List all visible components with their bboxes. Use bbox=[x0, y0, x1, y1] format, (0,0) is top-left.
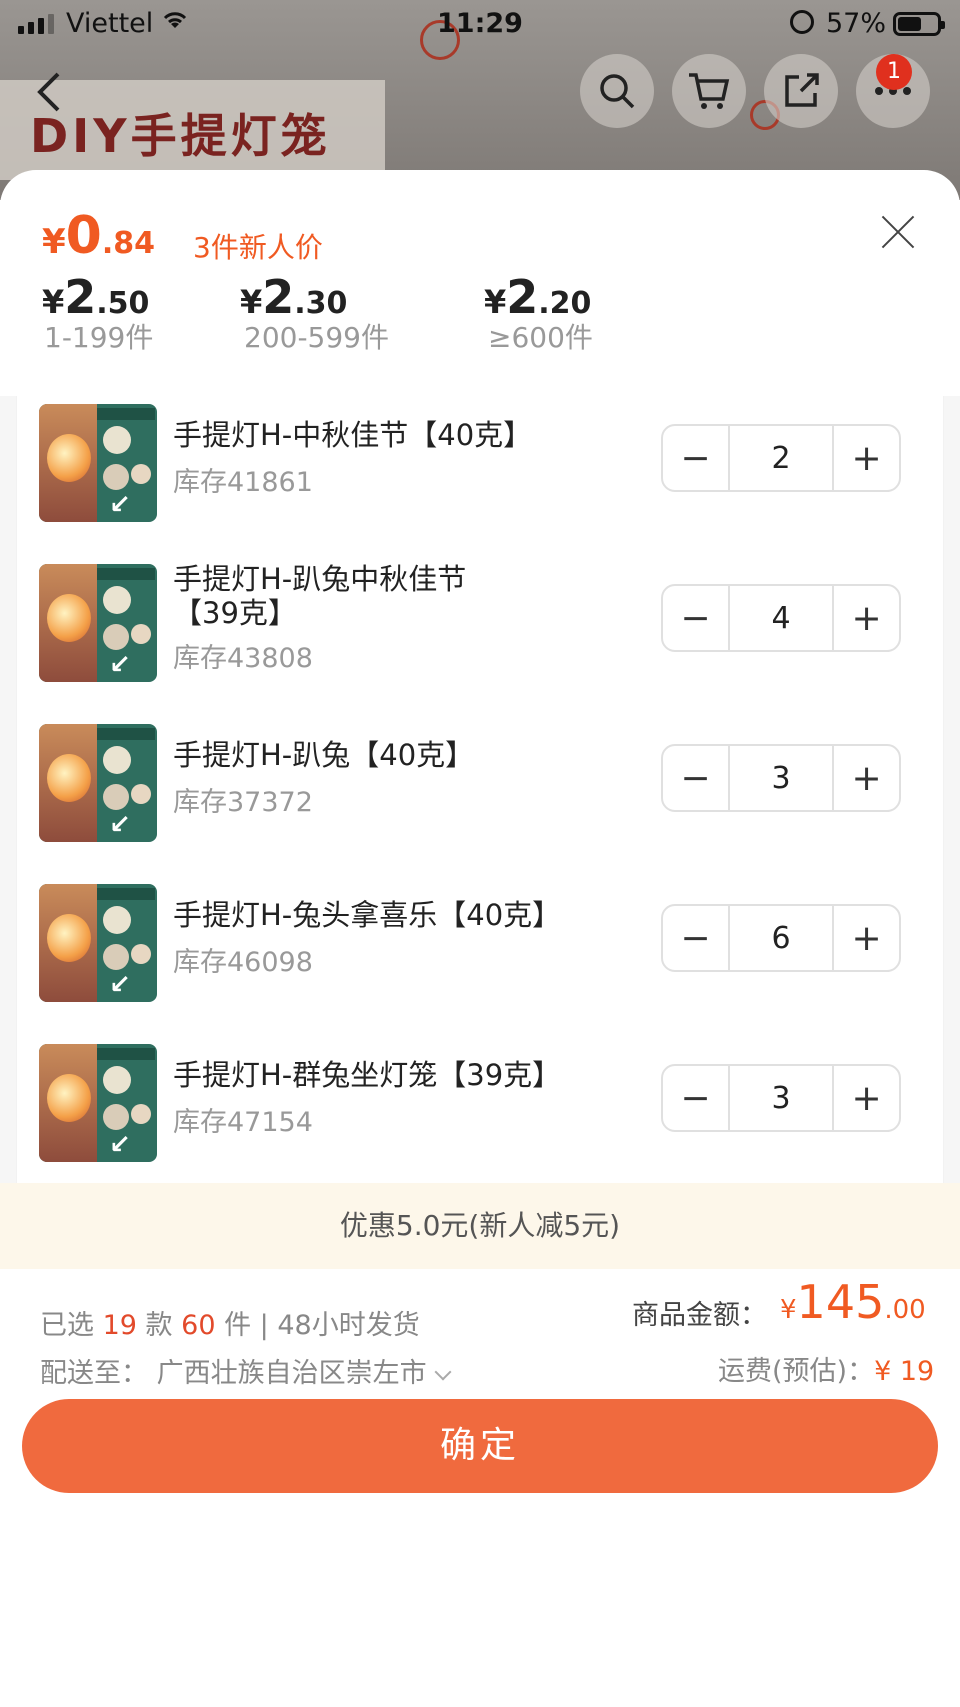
cart-icon bbox=[689, 73, 730, 109]
product-thumbnail[interactable]: ↙ bbox=[39, 404, 157, 522]
increase-button[interactable]: + bbox=[834, 906, 899, 970]
share-icon bbox=[785, 73, 819, 107]
pieces-count: 60 bbox=[181, 1310, 216, 1341]
total-amount: ¥145.00 bbox=[780, 1275, 926, 1329]
currency-symbol: ¥ bbox=[42, 222, 66, 262]
quantity-stepper: − 3 + bbox=[661, 1064, 901, 1132]
confirm-button[interactable]: 确定 bbox=[22, 1399, 938, 1493]
battery-icon bbox=[893, 12, 945, 36]
quantity-value[interactable]: 2 bbox=[727, 426, 835, 490]
quantity-stepper: − 6 + bbox=[661, 904, 901, 972]
sku-list: ↙ 手提灯H-中秋佳节【40克】 库存41861 − 2 + ↙ 手提灯H-趴兔… bbox=[16, 396, 944, 1291]
increase-button[interactable]: + bbox=[834, 586, 899, 650]
item-name: 手提灯H-中秋佳节【40克】 bbox=[173, 418, 533, 452]
price-integer: 0 bbox=[65, 206, 102, 266]
quantity-stepper: − 3 + bbox=[661, 744, 901, 812]
discount-banner: 优惠5.0元(新人减5元) bbox=[0, 1183, 960, 1269]
shipping-value: ¥ 19 bbox=[874, 1356, 935, 1387]
quantity-value[interactable]: 4 bbox=[727, 586, 835, 650]
product-thumbnail[interactable]: ↙ bbox=[39, 564, 157, 682]
decrease-button[interactable]: − bbox=[663, 586, 728, 650]
search-button[interactable] bbox=[580, 54, 654, 128]
decrease-button[interactable]: − bbox=[663, 426, 728, 490]
notification-badge: 1 bbox=[876, 54, 912, 90]
decrease-button[interactable]: − bbox=[663, 906, 728, 970]
item-name: 手提灯H-趴兔中秋佳节【39克】 bbox=[173, 562, 467, 630]
item-stock: 库存37372 bbox=[173, 787, 313, 818]
item-stock: 库存47154 bbox=[173, 1107, 313, 1138]
amount-decimal: .00 bbox=[884, 1295, 926, 1325]
increase-button[interactable]: + bbox=[834, 1066, 899, 1130]
chevron-down-icon bbox=[434, 1363, 452, 1381]
pieces-unit: 件 | 48小时发货 bbox=[224, 1310, 420, 1341]
quantity-value[interactable]: 6 bbox=[727, 906, 835, 970]
status-bar: Viettel 11:29 57% bbox=[0, 0, 960, 48]
decrease-button[interactable]: − bbox=[663, 746, 728, 810]
list-item: ↙ 手提灯H-兔头拿喜乐【40克】 库存46098 − 6 + bbox=[17, 876, 943, 1036]
item-stock: 库存46098 bbox=[173, 947, 313, 978]
tier-range: 200-599件 bbox=[244, 321, 389, 354]
list-item: ↙ 手提灯H-群兔坐灯笼【39克】 库存47154 − 3 + bbox=[17, 1036, 943, 1196]
increase-button[interactable]: + bbox=[834, 426, 899, 490]
price-header: ¥0.84 3件新人价 ¥2.50 1-199件 ¥2.30 200-599件 … bbox=[0, 170, 960, 396]
item-name: 手提灯H-趴兔【40克】 bbox=[173, 738, 475, 772]
quantity-value[interactable]: 3 bbox=[727, 746, 835, 810]
quantity-stepper: − 2 + bbox=[661, 424, 901, 492]
amount-label: 商品金额： bbox=[632, 1300, 767, 1331]
tier-range: 1-199件 bbox=[44, 321, 154, 354]
cart-button[interactable] bbox=[672, 54, 746, 128]
close-icon[interactable] bbox=[880, 214, 916, 250]
currency-symbol: ¥ bbox=[780, 1295, 797, 1325]
item-name: 手提灯H-兔头拿喜乐【40克】 bbox=[173, 898, 562, 932]
increase-button[interactable]: + bbox=[834, 746, 899, 810]
product-thumbnail[interactable]: ↙ bbox=[39, 884, 157, 1002]
price-decimal: .84 bbox=[101, 226, 156, 261]
item-stock: 库存43808 bbox=[173, 643, 313, 674]
kinds-count: 19 bbox=[102, 1310, 137, 1341]
shipping-label: 运费(预估)： bbox=[718, 1356, 875, 1387]
order-footer: 已选 19 款 60 件 | 48小时发货 配送至： 广西壮族自治区崇左市 商品… bbox=[0, 1269, 960, 1707]
search-icon bbox=[600, 74, 635, 109]
item-name: 手提灯H-群兔坐灯笼【39克】 bbox=[173, 1058, 562, 1092]
tier-range: ≥600件 bbox=[488, 321, 593, 354]
deliver-value: 广西壮族自治区崇左市 bbox=[156, 1358, 427, 1389]
product-banner-title: DIY手提灯笼 bbox=[30, 109, 331, 163]
delivery-address[interactable]: 配送至： 广西壮族自治区崇左市 bbox=[40, 1351, 452, 1390]
shipping-fee: 运费(预估)：¥ 19 bbox=[718, 1349, 934, 1388]
deliver-label: 配送至： bbox=[40, 1358, 148, 1389]
new-user-price-tag: 3件新人价 bbox=[193, 231, 323, 264]
amount-integer: 145 bbox=[796, 1275, 885, 1329]
decrease-button[interactable]: − bbox=[663, 1066, 728, 1130]
new-user-price: ¥0.84 bbox=[42, 206, 155, 266]
battery-percent: 57% bbox=[826, 8, 887, 39]
list-item: ↙ 手提灯H-中秋佳节【40克】 库存41861 − 2 + bbox=[17, 396, 943, 556]
quantity-stepper: − 4 + bbox=[661, 584, 901, 652]
item-stock: 库存41861 bbox=[173, 467, 313, 498]
kinds-unit: 款 bbox=[145, 1310, 173, 1341]
list-item: ↙ 手提灯H-趴兔【40克】 库存37372 − 3 + bbox=[17, 716, 943, 876]
sku-selection-sheet: ¥0.84 3件新人价 ¥2.50 1-199件 ¥2.30 200-599件 … bbox=[0, 170, 960, 1707]
selection-summary: 已选 19 款 60 件 | 48小时发货 bbox=[40, 1303, 420, 1342]
product-thumbnail[interactable]: ↙ bbox=[39, 1044, 157, 1162]
product-thumbnail[interactable]: ↙ bbox=[39, 724, 157, 842]
clock: 11:29 bbox=[437, 8, 523, 39]
list-item: ↙ 手提灯H-趴兔中秋佳节【39克】 库存43808 − 4 + bbox=[17, 556, 943, 716]
back-icon[interactable] bbox=[34, 70, 62, 124]
share-button[interactable] bbox=[764, 54, 838, 128]
orientation-lock-icon bbox=[790, 10, 814, 34]
selected-prefix: 已选 bbox=[40, 1310, 94, 1341]
quantity-value[interactable]: 3 bbox=[727, 1066, 835, 1130]
